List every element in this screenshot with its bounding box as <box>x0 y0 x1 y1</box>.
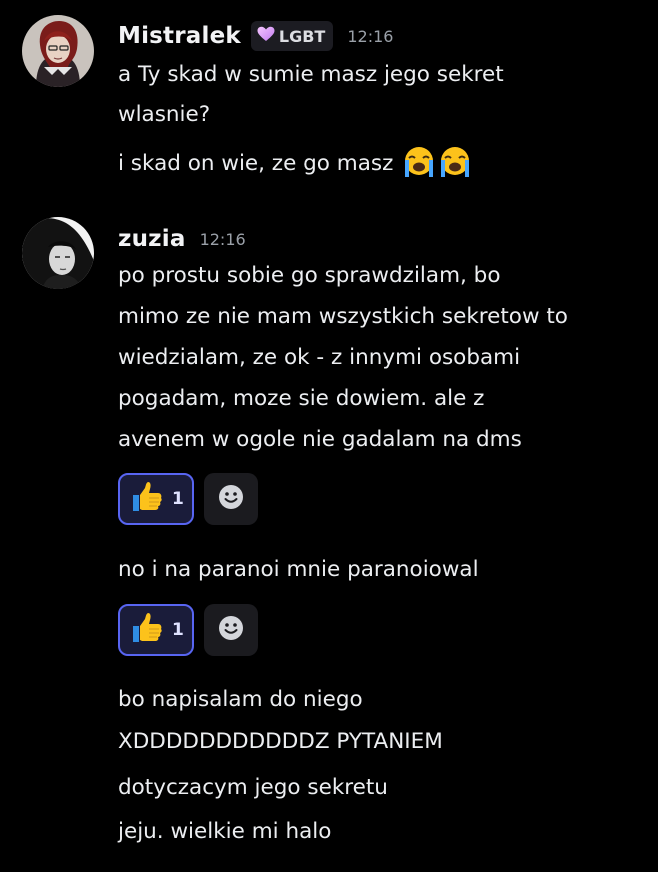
message-line-with-emoji: i skad on wie, ze go masz <box>118 146 472 187</box>
reaction-thumbs-up[interactable]: 1 <box>118 604 194 656</box>
username[interactable]: Mistralek <box>118 23 241 49</box>
message-line: pogadam, moze sie dowiem. ale z <box>118 386 485 411</box>
heart-icon <box>257 26 275 46</box>
smiley-face-icon <box>217 614 245 646</box>
message-line: jeju. wielkie mi halo <box>118 819 332 844</box>
reaction-count: 1 <box>172 489 184 509</box>
message-line: po prostu sobie go sprawdzilam, bo <box>118 263 501 288</box>
timestamp[interactable]: 12:16 <box>200 230 246 249</box>
reaction-thumbs-up[interactable]: 1 <box>118 473 194 525</box>
avatar[interactable] <box>22 217 94 289</box>
message-line: wlasnie? <box>118 102 211 127</box>
thumbs-up-icon <box>130 480 164 518</box>
add-reaction-button[interactable] <box>204 473 258 525</box>
message-line: mimo ze nie mam wszystkich sekretow to <box>118 304 568 329</box>
smiley-face-icon <box>217 483 245 515</box>
server-tag-badge[interactable]: LGBT <box>250 21 334 51</box>
message-line: bo napisalam do niego <box>118 687 363 712</box>
message-line: XDDDDDDDDDDDZ PYTANIEM <box>118 729 443 754</box>
message-text: i skad on wie, ze go masz <box>118 151 394 176</box>
reaction-count: 1 <box>172 620 184 640</box>
add-reaction-button[interactable] <box>204 604 258 656</box>
username[interactable]: zuzia <box>118 226 186 252</box>
message-line: a Ty skad w sumie masz jego sekret <box>118 62 504 87</box>
message-line: dotyczacym jego sekretu <box>118 775 388 800</box>
message-line: no i na paranoi mnie paranoiowal <box>118 557 479 582</box>
message-line: avenem w ogole nie gadalam na dms <box>118 427 522 452</box>
timestamp[interactable]: 12:16 <box>347 27 393 46</box>
message-header: zuzia 12:16 <box>118 223 246 255</box>
thumbs-up-icon <box>130 611 164 649</box>
message-header: Mistralek LGBT 12:16 <box>118 20 393 52</box>
loudly-crying-face-icon <box>402 146 436 187</box>
server-tag-label: LGBT <box>278 26 326 46</box>
message-line: wiedzialam, ze ok - z innymi osobami <box>118 345 521 370</box>
avatar[interactable] <box>22 15 94 87</box>
loudly-crying-face-icon <box>438 146 472 187</box>
